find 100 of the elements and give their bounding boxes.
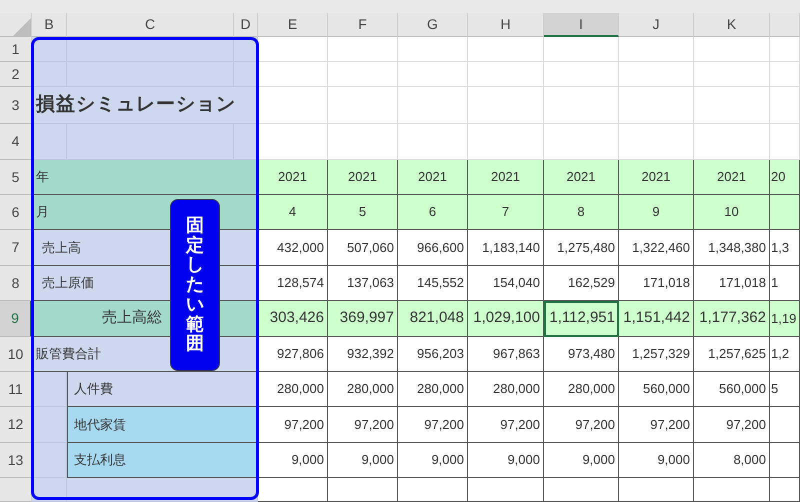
column-header[interactable]: F [328, 13, 398, 37]
table-cell: 1,275,480 [544, 230, 619, 266]
column-header[interactable]: D [234, 13, 258, 37]
empty-cell [328, 62, 398, 87]
row-header[interactable]: 2 [0, 62, 32, 87]
column-header[interactable]: E [258, 13, 328, 37]
table-cell: 973,480 [544, 337, 619, 372]
table-cell: 1,151,442 [619, 301, 694, 337]
table-cell: 280,000 [258, 372, 328, 407]
column-header[interactable]: G [398, 13, 468, 37]
empty-cell [770, 443, 800, 478]
table-cell: 507,060 [328, 230, 398, 266]
table-cell: 966,600 [398, 230, 468, 266]
table-cell: 97,200 [328, 407, 398, 443]
table-cell: 5 [328, 195, 398, 230]
table-cell: 280,000 [468, 372, 544, 407]
table-cell: 4 [258, 195, 328, 230]
table-cell: 97,200 [544, 407, 619, 443]
table-cell: 9,000 [258, 443, 328, 478]
table-cell: 1,257,625 [694, 337, 770, 372]
table-cell: 地代家賃 [67, 407, 258, 443]
row-header[interactable]: 1 [0, 37, 32, 62]
table-cell: 8 [544, 195, 619, 230]
table-cell: 97,200 [694, 407, 770, 443]
table-cell: 2021 [258, 160, 328, 195]
row-header[interactable]: 5 [0, 160, 32, 195]
row-header[interactable]: 7 [0, 230, 32, 266]
empty-cell [328, 87, 398, 124]
table-cell: 9,000 [619, 443, 694, 478]
row-header[interactable]: 8 [0, 266, 32, 301]
table-cell: 280,000 [328, 372, 398, 407]
table-cell: 432,000 [258, 230, 328, 266]
row-header[interactable]: 9 [0, 301, 32, 337]
table-cell: 97,200 [468, 407, 544, 443]
row-header[interactable]: 13 [0, 443, 32, 478]
table-cell: 年 [32, 160, 258, 195]
column-header[interactable]: B [32, 13, 67, 37]
table-cell: 9 [619, 195, 694, 230]
empty-cell [770, 87, 800, 124]
table-cell: 560,000 [619, 372, 694, 407]
empty-cell [234, 124, 258, 160]
empty-cell [328, 478, 398, 502]
row-header[interactable]: 6 [0, 195, 32, 230]
table-cell: 97,200 [619, 407, 694, 443]
table-cell: 821,048 [398, 301, 468, 337]
row-header[interactable]: 12 [0, 407, 32, 443]
table-cell: 1,029,100 [468, 301, 544, 337]
table-cell: 1,348,380 [694, 230, 770, 266]
table-cell: 1,183,140 [468, 230, 544, 266]
table-cell: 369,997 [328, 301, 398, 337]
row-header[interactable]: 3 [0, 87, 32, 124]
table-cell: 8,000 [694, 443, 770, 478]
column-header[interactable]: H [468, 13, 544, 37]
row-header[interactable]: 11 [0, 372, 32, 407]
table-cell: 5 [770, 372, 800, 407]
table-cell: 97,200 [258, 407, 328, 443]
row-header[interactable]: 4 [0, 124, 32, 160]
empty-cell [398, 62, 468, 87]
table-cell: 1,112,951 [544, 301, 619, 337]
table-cell: 20 [770, 160, 800, 195]
table-cell: 人件費 [67, 372, 258, 407]
table-cell: 2021 [694, 160, 770, 195]
table-cell: 1,177,362 [694, 301, 770, 337]
empty-cell [398, 87, 468, 124]
corner-triangle-icon [13, 18, 31, 36]
column-header[interactable] [770, 13, 800, 37]
table-cell: 9,000 [398, 443, 468, 478]
table-cell: 6 [398, 195, 468, 230]
empty-cell [398, 478, 468, 502]
table-cell: 560,000 [694, 372, 770, 407]
table-cell: 2021 [398, 160, 468, 195]
table-cell: 967,863 [468, 337, 544, 372]
table-cell: 2021 [468, 160, 544, 195]
empty-cell [328, 37, 398, 62]
table-cell: 9,000 [468, 443, 544, 478]
table-cell: 2021 [619, 160, 694, 195]
table-cell: 303,426 [258, 301, 328, 337]
table-cell: 9,000 [328, 443, 398, 478]
table-cell: 280,000 [398, 372, 468, 407]
table-cell: 2021 [544, 160, 619, 195]
column-header[interactable]: K [694, 13, 770, 37]
column-header[interactable]: C [67, 13, 234, 37]
table-cell: 1,257,329 [619, 337, 694, 372]
column-header[interactable]: I [544, 13, 619, 37]
table-cell: 10 [694, 195, 770, 230]
table-cell: 1,2 [770, 337, 800, 372]
empty-cell [770, 478, 800, 502]
row-header[interactable] [0, 478, 32, 502]
table-cell: 956,203 [398, 337, 468, 372]
empty-cell [770, 37, 800, 62]
callout-label: 固定したい範囲 [170, 199, 220, 371]
table-cell: 1,19 [770, 301, 800, 337]
select-all-button[interactable] [0, 13, 32, 37]
table-cell: 97,200 [398, 407, 468, 443]
empty-cell [770, 407, 800, 443]
column-header[interactable]: J [619, 13, 694, 37]
table-cell: 932,392 [328, 337, 398, 372]
table-cell: 280,000 [544, 372, 619, 407]
table-cell: 9,000 [544, 443, 619, 478]
row-header[interactable]: 10 [0, 337, 32, 372]
